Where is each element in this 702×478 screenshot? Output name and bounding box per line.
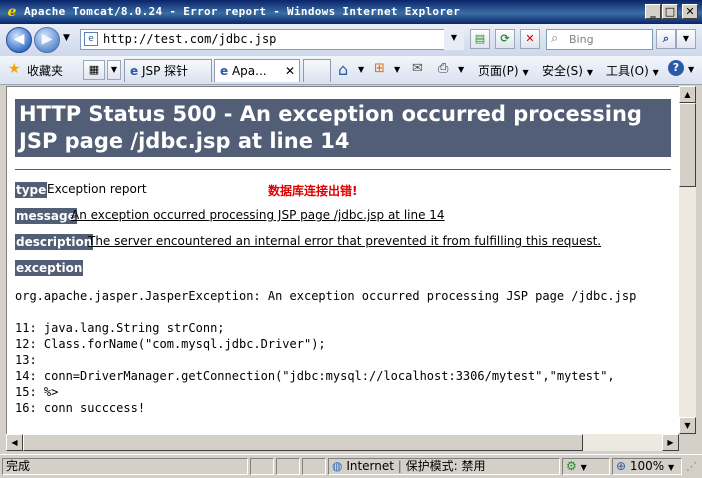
tab-apache-tomcat[interactable]: e Apa... ✕ bbox=[214, 59, 300, 82]
page-menu-label: 页面(P) bbox=[478, 64, 519, 78]
chevron-down-icon: ▼ bbox=[586, 68, 593, 77]
bing-search-icon: ⌕ bbox=[551, 31, 559, 46]
page-content: HTTP Status 500 - An exception occurred … bbox=[6, 86, 680, 435]
code-line: 15: %> bbox=[15, 385, 59, 399]
security-icon: ⚙ bbox=[566, 459, 577, 473]
close-tab-icon[interactable]: ✕ bbox=[285, 60, 295, 82]
tab-ie-icon: e bbox=[220, 64, 229, 78]
page-icon: e bbox=[84, 32, 98, 46]
status-bar: 完成 ◍ Internet | 保护模式: 禁用 ⚙ ▼ ⊕ 100% ▼ ⋰ bbox=[0, 454, 702, 478]
safety-menu-label: 安全(S) bbox=[542, 64, 583, 78]
tab-label: Apa... bbox=[231, 64, 267, 78]
favorites-star-icon: ★ bbox=[8, 61, 21, 77]
navigation-bar: ◀ ▶ ▼ e http://test.com/jdbc.jsp ▼ ▤ ⟳ ✕… bbox=[0, 24, 702, 57]
page-menu[interactable]: 页面(P) ▼ bbox=[478, 62, 529, 79]
zoom-level: 100% bbox=[629, 459, 665, 473]
status-panel bbox=[250, 458, 274, 475]
stop-icon[interactable]: ✕ bbox=[520, 29, 540, 49]
window-title: Apache Tomcat/8.0.24 - Error report - Wi… bbox=[24, 5, 461, 18]
status-panel bbox=[276, 458, 300, 475]
title-bar: e Apache Tomcat/8.0.24 - Error report - … bbox=[0, 0, 702, 24]
resize-grip-icon[interactable]: ⋰ bbox=[686, 460, 697, 473]
divider bbox=[15, 169, 671, 170]
maximize-button[interactable]: □ bbox=[662, 4, 678, 19]
code-line: 12: Class.forName("com.mysql.jdbc.Driver… bbox=[15, 337, 326, 351]
status-text: 完成 bbox=[2, 458, 248, 475]
scroll-right-icon[interactable]: ▶ bbox=[662, 434, 679, 451]
code-line: 14: conn=DriverManager.getConnection("jd… bbox=[15, 369, 615, 383]
message-value: An exception occurred processing JSP pag… bbox=[71, 208, 445, 222]
address-bar[interactable]: e http://test.com/jdbc.jsp bbox=[80, 29, 462, 50]
scroll-down-icon[interactable]: ▼ bbox=[679, 417, 696, 434]
description-label: description bbox=[15, 234, 94, 250]
code-line: 13: bbox=[15, 353, 44, 367]
page-title: HTTP Status 500 - An exception occurred … bbox=[15, 99, 671, 157]
code-line: 11: java.lang.String strConn; bbox=[15, 321, 225, 335]
exception-label: exception bbox=[15, 260, 84, 276]
globe-icon: ◍ bbox=[332, 459, 343, 473]
zoom-panel[interactable]: ⊕ 100% ▼ bbox=[612, 458, 682, 475]
search-input[interactable]: ⌕ Bing bbox=[546, 29, 653, 50]
chevron-down-icon: ▼ bbox=[668, 463, 675, 472]
feeds-dropdown-icon[interactable]: ▼ bbox=[394, 65, 400, 74]
recent-pages-dropdown-icon[interactable]: ▼ bbox=[63, 33, 70, 43]
code-line: 16: conn succcess! bbox=[15, 401, 146, 415]
scroll-corner bbox=[679, 434, 696, 451]
minimize-button[interactable]: _ bbox=[645, 4, 661, 19]
command-bar: ★ 收藏夹 ▦ ▼ e JSP 探针 e Apa... ✕ ⌂ ▼ ⊞ ▼ ✉ … bbox=[0, 56, 702, 85]
db-error-text: 数据库连接出错! bbox=[268, 184, 358, 198]
mail-icon[interactable]: ✉ bbox=[412, 61, 423, 76]
type-label: type bbox=[15, 182, 48, 198]
help-icon[interactable]: ? bbox=[668, 60, 684, 76]
favorites-button[interactable]: 收藏夹 bbox=[27, 62, 63, 79]
home-dropdown-icon[interactable]: ▼ bbox=[358, 65, 364, 74]
close-button[interactable]: ✕ bbox=[682, 4, 698, 19]
safety-menu[interactable]: 安全(S) ▼ bbox=[542, 62, 593, 79]
tab-list-icon[interactable]: ▼ bbox=[107, 60, 121, 80]
feeds-icon[interactable]: ⊞ bbox=[374, 61, 385, 76]
message-label: message bbox=[15, 208, 77, 224]
protected-mode-label: 保护模式: 禁用 bbox=[405, 459, 486, 473]
horizontal-scrollbar[interactable]: ◀ ▶ bbox=[6, 434, 679, 451]
help-dropdown-icon[interactable]: ▼ bbox=[688, 65, 694, 74]
new-tab-button[interactable] bbox=[303, 59, 331, 82]
print-icon[interactable]: ⎙ bbox=[438, 61, 448, 76]
forward-button[interactable]: ▶ bbox=[34, 27, 60, 53]
chevron-down-icon: ▼ bbox=[580, 463, 587, 472]
search-options-icon[interactable]: ▼ bbox=[676, 29, 696, 49]
chevron-down-icon: ▼ bbox=[652, 68, 659, 77]
security-report-panel[interactable]: ⚙ ▼ bbox=[562, 458, 610, 475]
exception-message: org.apache.jasper.JasperException: An ex… bbox=[15, 289, 637, 303]
zoom-icon: ⊕ bbox=[616, 459, 627, 473]
ie-logo-icon: e bbox=[7, 4, 17, 20]
status-panel bbox=[302, 458, 326, 475]
scroll-up-icon[interactable]: ▲ bbox=[679, 86, 696, 103]
scroll-left-icon[interactable]: ◀ bbox=[6, 434, 23, 451]
tools-menu-label: 工具(O) bbox=[606, 64, 649, 78]
zone-panel[interactable]: ◍ Internet | 保护模式: 禁用 bbox=[328, 458, 560, 475]
address-dropdown-icon[interactable]: ▼ bbox=[444, 29, 464, 50]
print-dropdown-icon[interactable]: ▼ bbox=[458, 65, 464, 74]
search-icon[interactable]: ⌕ bbox=[656, 29, 676, 49]
separator: | bbox=[397, 459, 402, 473]
chevron-down-icon: ▼ bbox=[522, 68, 529, 77]
type-value: Exception report bbox=[47, 182, 147, 196]
refresh-icon[interactable]: ⟳ bbox=[495, 29, 515, 49]
quick-tabs-icon[interactable]: ▦ bbox=[83, 60, 105, 80]
horizontal-scroll-thumb[interactable] bbox=[23, 434, 583, 451]
tab-ie-icon: e bbox=[130, 64, 139, 78]
home-icon[interactable]: ⌂ bbox=[338, 60, 348, 79]
tools-menu[interactable]: 工具(O) ▼ bbox=[606, 62, 659, 79]
tab-jsp-probe[interactable]: e JSP 探针 bbox=[124, 59, 212, 82]
back-button[interactable]: ◀ bbox=[6, 27, 32, 53]
vertical-scrollbar[interactable]: ▲ ▼ bbox=[679, 86, 696, 434]
compatibility-view-icon[interactable]: ▤ bbox=[470, 29, 490, 49]
vertical-scroll-thumb[interactable] bbox=[679, 103, 696, 187]
description-value: The server encountered an internal error… bbox=[88, 234, 602, 248]
search-placeholder: Bing bbox=[569, 33, 594, 46]
address-text[interactable]: http://test.com/jdbc.jsp bbox=[103, 32, 276, 46]
zone-label: Internet bbox=[346, 459, 394, 473]
tab-label: JSP 探针 bbox=[141, 64, 189, 78]
